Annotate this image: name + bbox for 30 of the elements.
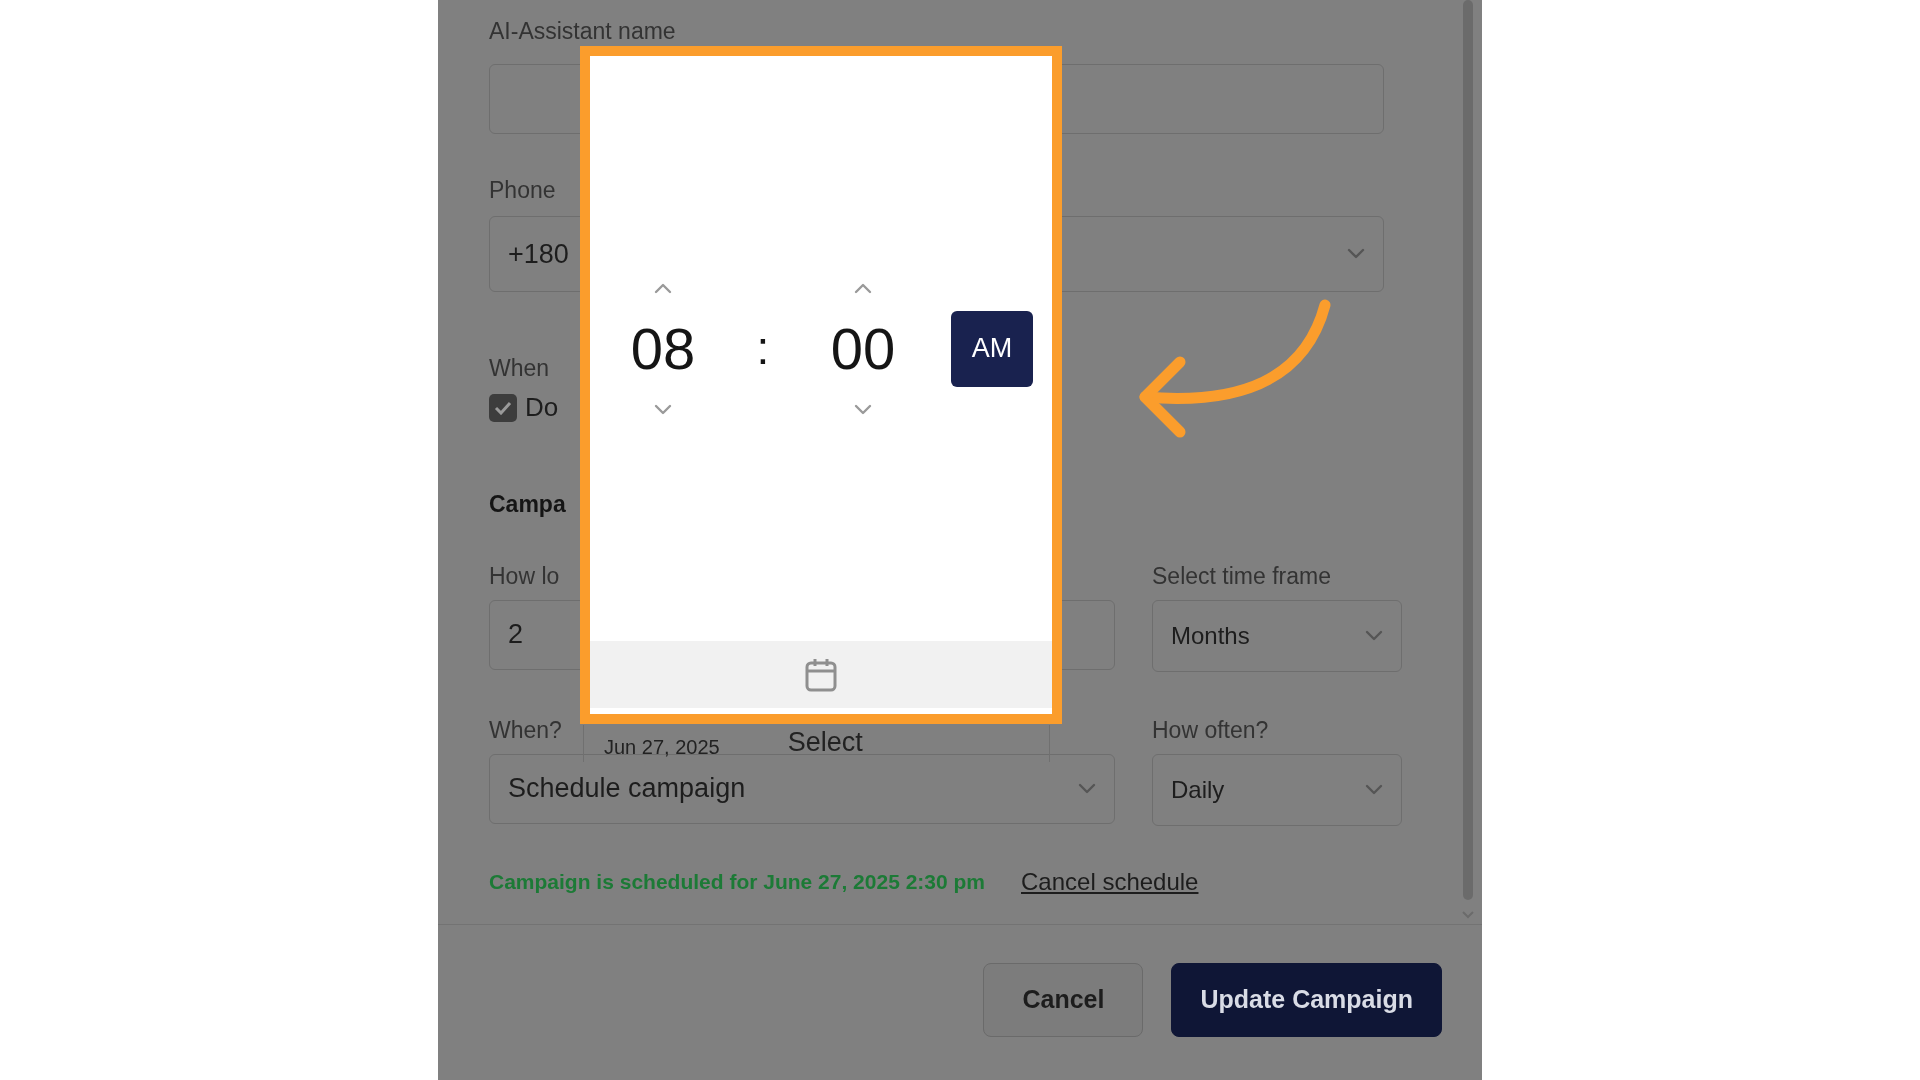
update-button[interactable]: Update Campaign — [1171, 962, 1442, 1037]
chevron-down-icon — [1347, 248, 1365, 260]
calendar-icon[interactable] — [804, 656, 838, 693]
field-label: When? — [489, 715, 562, 744]
field-label: Phone — [489, 176, 556, 204]
chevron-up-icon[interactable] — [654, 281, 672, 294]
status-message: Campaign is scheduled for June 27, 2025 2:30 pm — [489, 868, 985, 895]
time-separator: : — [755, 321, 771, 376]
chevron-up-icon[interactable] — [854, 281, 872, 294]
chevron-down-icon[interactable] — [654, 403, 672, 416]
section-title: Campa — [489, 490, 567, 519]
chevron-down-icon — [1365, 629, 1383, 642]
field-label: How often? — [1152, 715, 1269, 744]
field-label: AI-Assistant name — [489, 17, 676, 45]
checkbox[interactable] — [489, 393, 517, 422]
checkmark-icon — [494, 400, 512, 415]
chevron-down-icon — [1365, 783, 1383, 796]
field-label: How lo — [489, 561, 560, 590]
checkbox-label: Do — [525, 391, 559, 424]
field-label: Select time frame — [1152, 561, 1331, 590]
minute-value[interactable]: 00 — [830, 313, 896, 384]
field-label: When — [489, 354, 550, 382]
chevron-down-icon[interactable] — [854, 403, 872, 416]
period-toggle[interactable]: AM — [951, 310, 1033, 387]
cancel-button[interactable]: Cancel — [983, 962, 1144, 1037]
select-field[interactable]: Months — [1152, 599, 1402, 672]
chevron-down-icon — [1078, 782, 1096, 795]
cancel-schedule-link[interactable]: Cancel schedule — [1021, 863, 1199, 900]
select-field[interactable]: Daily — [1152, 753, 1402, 826]
hour-value[interactable]: 08 — [630, 313, 696, 384]
